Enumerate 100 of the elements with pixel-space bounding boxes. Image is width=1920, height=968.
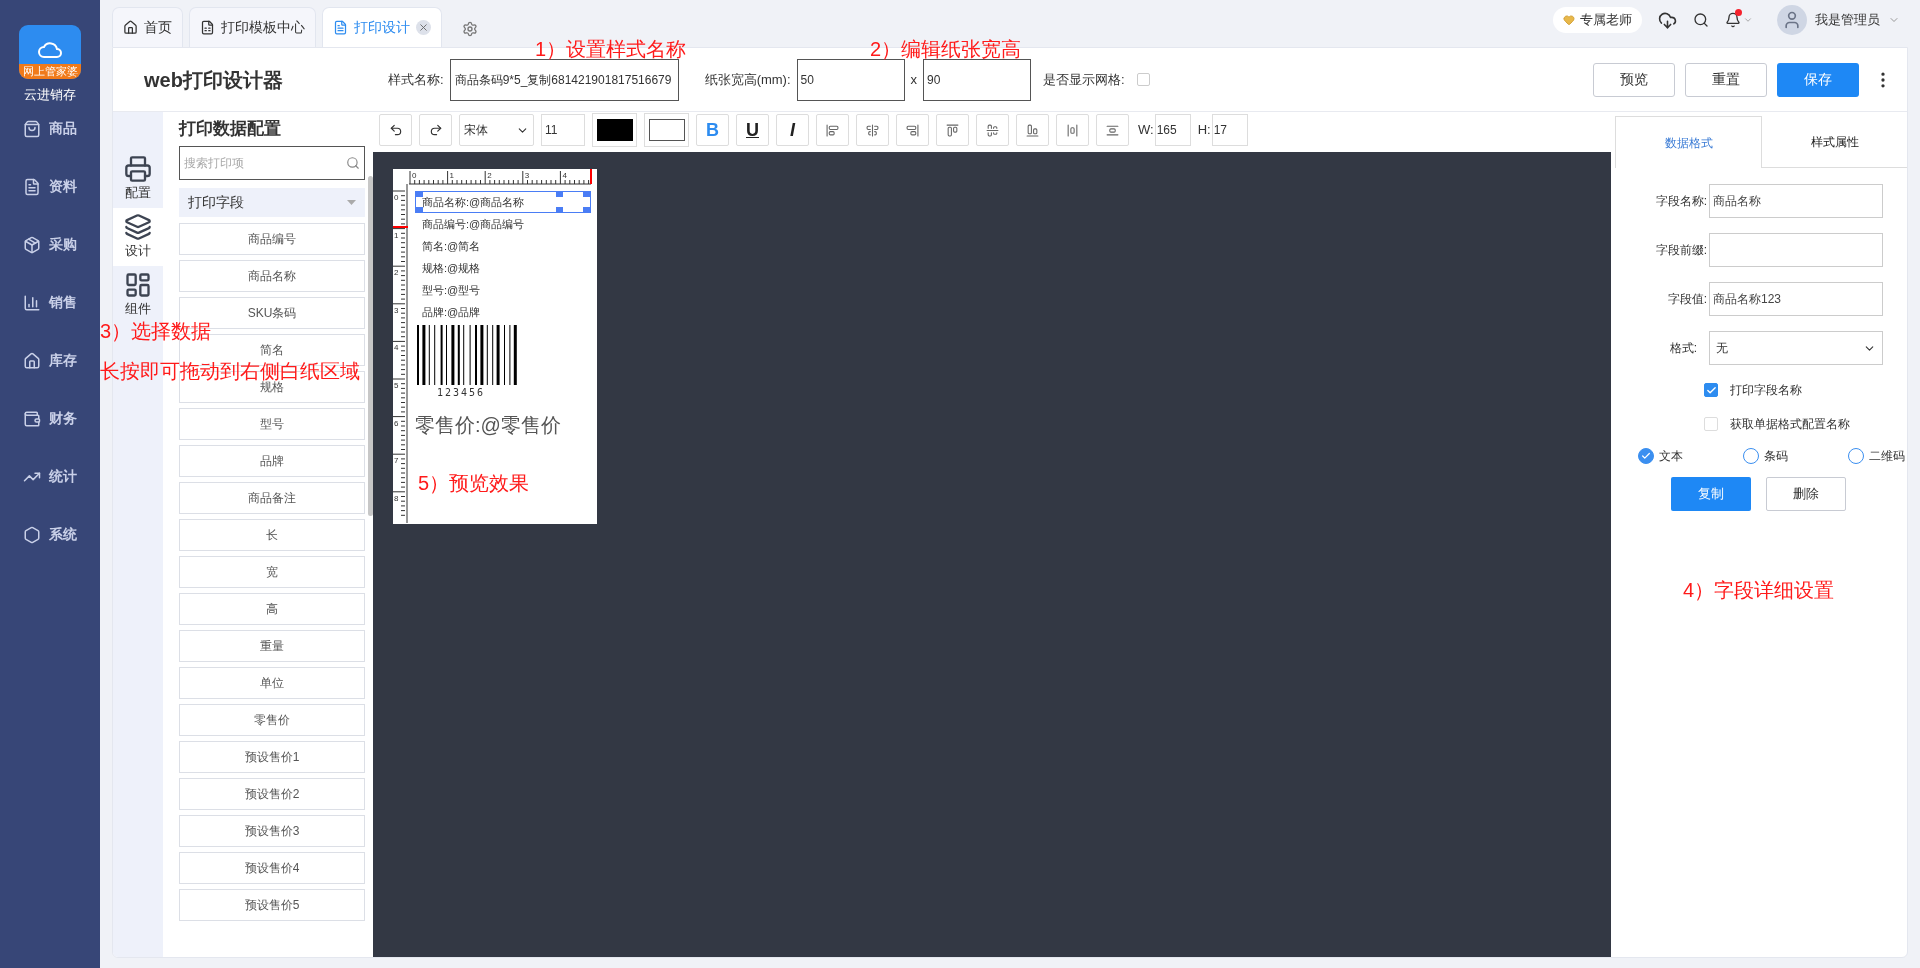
ruler-number: 4	[394, 343, 399, 353]
panel-tab[interactable]: 样式属性	[1762, 116, 1907, 168]
field-item[interactable]: 重量	[179, 630, 365, 662]
nav-item[interactable]: 采购	[23, 234, 77, 255]
search-icon[interactable]	[1693, 12, 1709, 28]
align-button[interactable]	[896, 114, 929, 146]
group-header[interactable]: 打印字段	[179, 188, 365, 217]
field-item[interactable]: 预设售价3	[179, 815, 365, 847]
chevron-down-icon	[1743, 15, 1753, 25]
ruler-number: 2	[487, 171, 492, 180]
nav-item[interactable]: 资料	[23, 176, 77, 197]
checkbox[interactable]	[1704, 383, 1718, 397]
field-item[interactable]: 商品编号	[179, 223, 365, 255]
property-field[interactable]: 商品名称123	[1709, 282, 1883, 316]
panel-tab[interactable]: 数据格式	[1615, 116, 1762, 168]
field-item[interactable]: 预设售价2	[179, 778, 365, 810]
page-tab[interactable]: 首页	[112, 7, 183, 47]
paper-field[interactable]: 品牌:@品牌	[415, 301, 591, 323]
field-item[interactable]: 宽	[179, 556, 365, 588]
header-button[interactable]: 重置	[1685, 62, 1767, 97]
property-field[interactable]: 商品名称	[1709, 184, 1883, 218]
redo-button[interactable]	[419, 114, 452, 146]
field-item[interactable]: 型号	[179, 408, 365, 440]
tool-tab[interactable]: 配置	[113, 150, 163, 208]
element-height-field[interactable]: 17	[1211, 114, 1248, 146]
field-item[interactable]: 零售价	[179, 704, 365, 736]
header-button[interactable]: 保存	[1777, 62, 1859, 97]
cloud-download-icon[interactable]	[1658, 10, 1677, 30]
paper-field[interactable]: 商品编号:@商品编号	[415, 213, 591, 235]
align-button[interactable]	[1016, 114, 1049, 146]
notification-button[interactable]	[1725, 12, 1753, 28]
undo-button[interactable]	[379, 114, 412, 146]
font-size-field[interactable]: 11	[541, 114, 585, 146]
nav-item[interactable]: 库存	[23, 350, 77, 371]
scrollbar[interactable]	[368, 176, 373, 516]
text-color-button[interactable]	[592, 113, 637, 147]
action-button[interactable]: 复制	[1671, 477, 1751, 511]
field-item[interactable]: 商品备注	[179, 482, 365, 514]
nav-item[interactable]: 统计	[23, 466, 77, 487]
bag-icon	[23, 119, 41, 138]
field-label: 纸张宽高(mm):	[704, 70, 791, 89]
format-button[interactable]: U	[736, 114, 769, 146]
field-item[interactable]: 单位	[179, 667, 365, 699]
align-left-icon	[826, 123, 839, 137]
field-item[interactable]: 预设售价4	[179, 852, 365, 884]
align-button[interactable]	[936, 114, 969, 146]
designer-title: web打印设计器	[144, 67, 284, 93]
field-item[interactable]: 品牌	[179, 445, 365, 477]
align-button[interactable]	[856, 114, 889, 146]
nav-item[interactable]: 商品	[23, 118, 77, 139]
paper-field[interactable]: 规格:@规格	[415, 257, 591, 279]
radio[interactable]	[1638, 448, 1654, 464]
nav-item[interactable]: 系统	[23, 524, 77, 545]
field-item[interactable]: 长	[179, 519, 365, 551]
grid-checkbox[interactable]	[1136, 73, 1150, 86]
background-color-button[interactable]	[644, 113, 689, 147]
header-button[interactable]: 预览	[1593, 62, 1675, 97]
radio-option[interactable]: 二维码	[1848, 447, 1905, 465]
field-item[interactable]: 预设售价1	[179, 741, 365, 773]
align-right-icon	[906, 123, 919, 137]
align-button[interactable]	[816, 114, 849, 146]
field-item[interactable]: 商品名称	[179, 260, 365, 292]
close-icon[interactable]	[416, 20, 431, 35]
ruler-number: 4	[562, 171, 567, 180]
paper-height-field[interactable]: 90	[923, 58, 1032, 101]
align-button[interactable]	[976, 114, 1009, 146]
checkbox-option[interactable]: 获取单据格式配置名称	[1704, 415, 1907, 433]
font-select[interactable]: 宋体	[459, 114, 534, 146]
nav-item[interactable]: 销售	[23, 292, 77, 313]
logo-text: 网上管家婆	[19, 64, 81, 79]
field-item[interactable]: 高	[179, 593, 365, 625]
align-button[interactable]	[1056, 114, 1089, 146]
radio-option[interactable]: 文本	[1638, 447, 1683, 465]
element-width-field[interactable]: 165	[1154, 114, 1191, 146]
teacher-badge[interactable]: 专属老师	[1553, 7, 1642, 33]
house-icon	[23, 351, 41, 370]
radio-option[interactable]: 条码	[1743, 447, 1788, 465]
ruler-number: 1	[449, 171, 455, 180]
field-item[interactable]: 预设售价5	[179, 889, 365, 921]
layers-icon	[124, 213, 152, 242]
format-select[interactable]: 无	[1709, 331, 1883, 365]
price-field[interactable]: 零售价:@零售价	[415, 410, 591, 440]
format-button[interactable]: I	[776, 114, 809, 146]
height-label: H:	[1197, 121, 1211, 140]
tool-tab[interactable]: 设计	[113, 208, 163, 266]
paper-field[interactable]: 型号:@型号	[415, 279, 591, 301]
page-tab[interactable]: 打印模板中心	[189, 7, 316, 47]
align-button[interactable]	[1096, 114, 1129, 146]
paper-field[interactable]: 商品名称:@商品名称	[415, 191, 591, 213]
align-center-icon	[866, 123, 879, 137]
nav-item[interactable]: 财务	[23, 408, 77, 429]
property-field[interactable]	[1709, 233, 1883, 267]
paper-field[interactable]: 简名:@简名	[415, 235, 591, 257]
user-name[interactable]: 我是管理员	[1815, 10, 1880, 30]
page-tab[interactable]: 打印设计	[322, 7, 442, 47]
layout-icon	[124, 271, 152, 300]
action-button[interactable]: 删除	[1766, 477, 1846, 511]
checkbox-option[interactable]: 打印字段名称	[1704, 381, 1907, 399]
cloud-icon	[37, 39, 63, 61]
settings-icon[interactable]	[462, 21, 478, 37]
